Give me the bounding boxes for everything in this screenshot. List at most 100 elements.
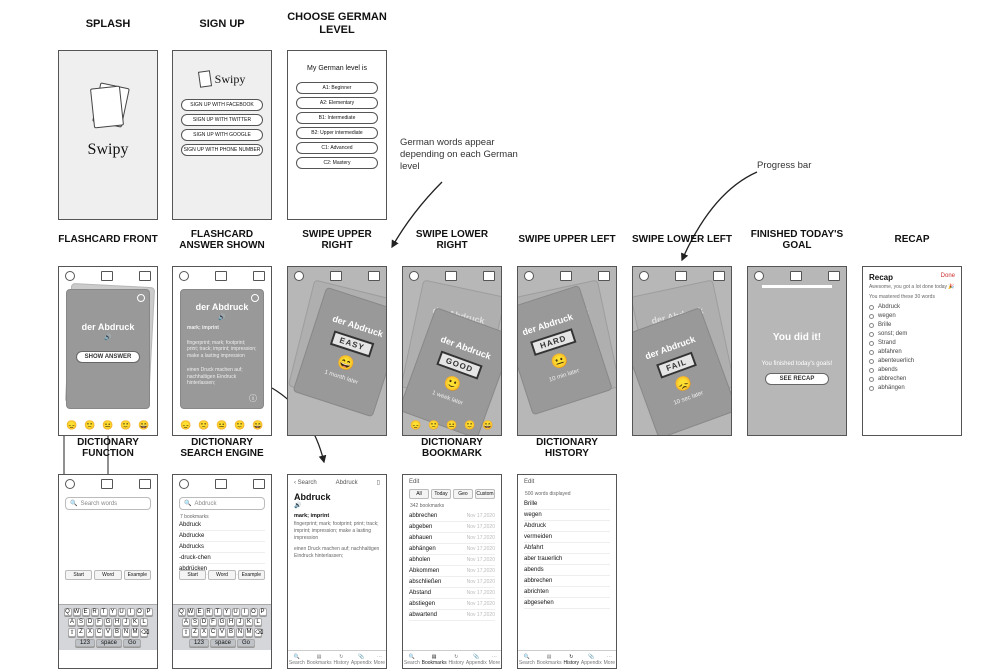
rating-1[interactable]: 😞 [66, 420, 77, 431]
level-b1-button[interactable]: B1: Intermediate [296, 112, 378, 124]
signup-google-button[interactable]: SIGN UP WITH GOOGLE [181, 129, 263, 141]
recap-list[interactable]: Abdruck wegen Brille sonst; dem Strand a… [863, 304, 961, 391]
speaker-icon[interactable]: 🔊 [218, 314, 225, 321]
book-icon[interactable] [139, 271, 151, 281]
speaker-icon[interactable]: 🔊 [288, 502, 386, 509]
recap-item: Brille [869, 322, 955, 328]
dict-search-screen: 🔍Abdruck 7 bookmarks AbdruckAbdruckeAbdr… [172, 474, 272, 669]
seg-ex[interactable]: Example [124, 570, 151, 580]
flashcard-front-screen: der Abdruck 🔊 SHOW ANSWER 😞 🙁 😐 🙂 😄 [58, 266, 158, 436]
card-word: der Abdruck [67, 322, 149, 332]
deck-icon[interactable] [215, 271, 227, 281]
card-def1: fingerprint; mark; footprint; print; tra… [181, 336, 263, 364]
recap-item: abhängen [869, 385, 955, 391]
title-ff: FLASHCARD FRONT [58, 228, 158, 252]
deck-icon[interactable] [101, 271, 113, 281]
book-icon[interactable] [253, 271, 265, 281]
nav-more[interactable]: ⋯More [374, 654, 385, 666]
title-splash: SPLASH [58, 12, 158, 36]
level-c2-button[interactable]: C2: Mastery [296, 157, 378, 169]
history-list[interactable]: BrillewegenAbdruckvermeidenAbfahrtaber t… [518, 499, 616, 609]
level-header: My German level is [288, 65, 386, 72]
detail-pos: mark; imprint [288, 509, 386, 519]
search-input-typed[interactable]: 🔍Abdruck [179, 497, 265, 510]
profile-icon[interactable] [179, 271, 189, 281]
recap-item: Abdruck [869, 304, 955, 310]
recap-sub2: You mastered these 30 words [863, 294, 961, 304]
flashcard-answer-screen: der Abdruck 🔊 mark; imprint fingerprint;… [172, 266, 272, 436]
dict-detail-screen: ‹ Search Abdruck ▯ Abdruck 🔊 mark; imprint… [287, 474, 387, 669]
edit-button[interactable]: Edit [524, 479, 534, 485]
dict-function-screen: 🔍Search words Start Word Example QWERTYU… [58, 474, 158, 669]
level-b2-button[interactable]: B2: Upper intermediate [296, 127, 378, 139]
title-fa: FLASHCARD ANSWER SHOWN [172, 228, 272, 252]
keyboard[interactable]: QWERTYUIOPASDFGHJKL⇧ZXCVBNM⌫123spaceGo [59, 604, 157, 650]
rating-4[interactable]: 🙂 [120, 420, 131, 431]
wireframe-canvas: German words appear depending on each Ge… [12, 12, 1001, 650]
profile-icon[interactable] [65, 271, 75, 281]
flashcard-answer[interactable]: der Abdruck 🔊 mark; imprint fingerprint;… [180, 289, 264, 409]
detail-word: Abdruck [288, 490, 386, 502]
recap-screen: Recap Done Awesome, you got a lot done t… [862, 266, 962, 436]
mini-card-icon [198, 70, 212, 88]
seg-word[interactable]: Word [94, 570, 121, 580]
done-title: You did it! [748, 332, 846, 343]
level-c1-button[interactable]: C1: Advanced [296, 142, 378, 154]
recap-item: Strand [869, 340, 955, 346]
crumb: Abdruck [336, 480, 358, 486]
recap-sub1: Awesome, you got a lot done today 🎉 [863, 284, 961, 294]
flashcard-front[interactable]: der Abdruck 🔊 SHOW ANSWER [66, 289, 150, 409]
bm-count: 342 bookmarks [403, 501, 501, 511]
rating-2[interactable]: 🙁 [84, 420, 95, 431]
nav-bookmarks[interactable]: ▤Bookmarks [307, 654, 332, 666]
annotation-words: German words appear depending on each Ge… [400, 137, 530, 173]
splash-card-front [90, 86, 124, 129]
dict-history-screen: Edit 500 words displayed BrillewegenAbdr… [517, 474, 617, 669]
finished-screen: You did it! You finished today's goals! … [747, 266, 847, 436]
splash-screen: Swipy [58, 50, 158, 220]
rating-3[interactable]: 😐 [102, 420, 113, 431]
title-dfunc: DICTIONARY FUNCTION [58, 436, 158, 460]
title-slr: SWIPE LOWER RIGHT [402, 228, 502, 252]
done-sub: You finished today's goals! [748, 361, 846, 367]
speaker-icon[interactable]: 🔊 [104, 334, 111, 341]
card-pos: mark; imprint [187, 325, 219, 331]
nav-appendix[interactable]: 📎Appendix [351, 654, 372, 666]
back-button[interactable]: ‹ Search [294, 480, 317, 486]
swipe-ll-screen: der Abdruck der Abdruck FAIL 😞 10 sec la… [632, 266, 732, 436]
title-detail [287, 436, 387, 460]
show-answer-button[interactable]: SHOW ANSWER [76, 351, 140, 363]
splash-card-stack [88, 81, 128, 131]
signup-logo: Swipy [173, 71, 271, 87]
recap-done-button[interactable]: Done [941, 273, 955, 282]
level-a2-button[interactable]: A2: Elementary [296, 97, 378, 109]
bookmark-icon[interactable]: ▯ [377, 479, 380, 486]
level-screen: My German level is A1: Beginner A2: Elem… [287, 50, 387, 220]
nav-search[interactable]: 🔍Search [289, 654, 305, 666]
result-list[interactable]: AbdruckAbdruckeAbdrucks-druck-chenabdrüc… [173, 520, 271, 575]
recap-item: abbrechen [869, 376, 955, 382]
search-icon: 🔍 [70, 500, 77, 507]
see-recap-button[interactable]: SEE RECAP [765, 373, 829, 385]
signup-screen: Swipy SIGN UP WITH FACEBOOK SIGN UP WITH… [172, 50, 272, 220]
keyboard[interactable]: QWERTYUIOPASDFGHJKL⇧ZXCVBNM⌫123spaceGo [173, 604, 271, 650]
signup-twitter-button[interactable]: SIGN UP WITH TWITTER [181, 114, 263, 126]
signup-phone-button[interactable]: SIGN UP WITH PHONE NUMBER [181, 144, 263, 156]
bookmark-icon[interactable] [251, 294, 259, 302]
title-recap: RECAP [862, 228, 962, 252]
bookmark-icon[interactable] [137, 294, 145, 302]
title-sll: SWIPE LOWER LEFT [632, 228, 732, 252]
title-sur: SWIPE UPPER RIGHT [287, 228, 387, 252]
bookmark-list[interactable]: abbrechenNov 17,2020abgebenNov 17,2020ab… [403, 511, 501, 621]
search-input[interactable]: 🔍Search words [65, 497, 151, 510]
rating-5[interactable]: 😄 [138, 420, 149, 431]
nav-history[interactable]: ↻History [334, 654, 350, 666]
bottom-nav: 🔍Search ▤Bookmarks ↻History 📎Appendix ⋯M… [288, 650, 386, 668]
dict-bookmark-screen: Edit AllTodayGeoCustom 342 bookmarks abb… [402, 474, 502, 669]
level-a1-button[interactable]: A1: Beginner [296, 82, 378, 94]
seg-start[interactable]: Start [65, 570, 92, 580]
recap-item: abenteuerlich [869, 358, 955, 364]
info-icon[interactable]: ⓘ [249, 393, 257, 404]
edit-button[interactable]: Edit [409, 479, 419, 485]
signup-facebook-button[interactable]: SIGN UP WITH FACEBOOK [181, 99, 263, 111]
